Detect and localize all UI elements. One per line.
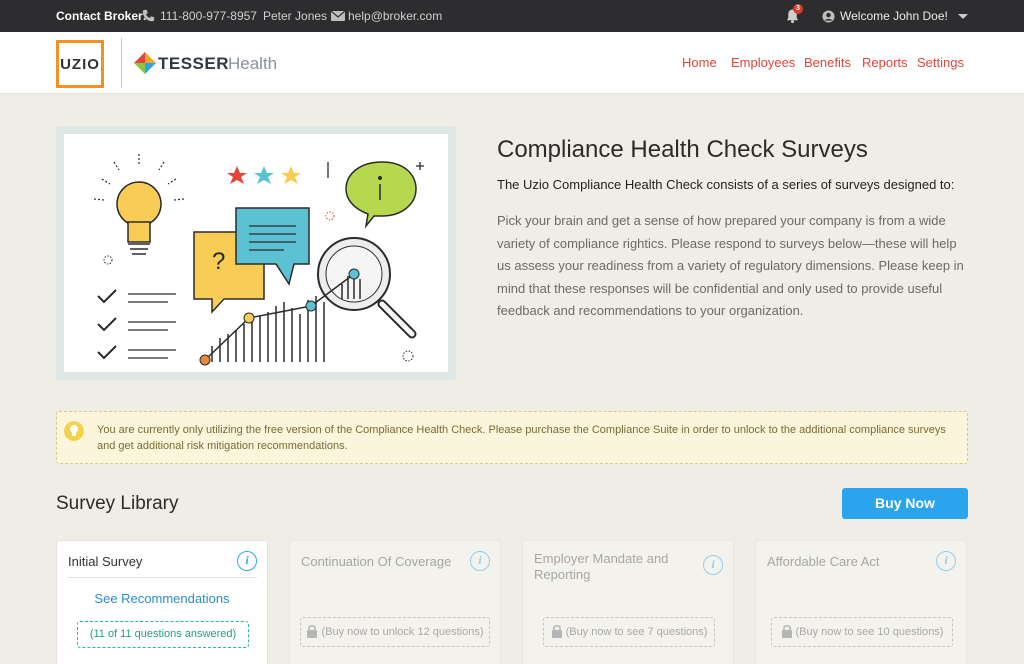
- survey-card-employer-mandate[interactable]: Employer Mandate and Reporting i (Buy no…: [522, 540, 734, 664]
- buy-now-button[interactable]: Buy Now: [842, 488, 968, 519]
- info-icon[interactable]: i: [470, 551, 490, 571]
- lock-icon: [781, 624, 792, 638]
- info-icon[interactable]: i: [237, 551, 257, 571]
- survey-card-affordable-care-act[interactable]: Affordable Care Act i (Buy now to see 10…: [755, 540, 967, 664]
- compliance-illustration: ?: [93, 154, 424, 366]
- nav-home[interactable]: Home: [682, 55, 717, 70]
- locked-survey-status[interactable]: (Buy now to see 10 questions): [771, 617, 953, 647]
- phone-icon: [142, 9, 155, 22]
- locked-survey-status[interactable]: (Buy now to unlock 12 questions): [300, 617, 490, 647]
- lightbulb-icon: [93, 154, 185, 255]
- survey-card-title: Affordable Care Act: [767, 554, 880, 569]
- tesser-logo-health: Health: [228, 54, 278, 73]
- card-divider: [67, 577, 257, 578]
- site-header: UZIO TESSER Health Home Employees Benefi…: [0, 32, 1024, 94]
- survey-card-title: Employer Mandate and Reporting: [534, 551, 669, 582]
- hero-lead-text: The Uzio Compliance Health Check consist…: [497, 177, 955, 192]
- broker-phone[interactable]: 111-800-977-8957: [160, 9, 257, 23]
- survey-card-title: Initial Survey: [68, 554, 143, 569]
- hero-illustration-card: ?: [56, 126, 456, 380]
- lightbulb-icon: [64, 421, 84, 441]
- locked-survey-text: (Buy now to unlock 12 questions): [321, 626, 484, 638]
- locked-survey-text: (Buy now to see 10 questions): [795, 626, 944, 638]
- notification-count-badge: 3: [793, 4, 803, 14]
- nav-settings[interactable]: Settings: [917, 55, 964, 70]
- locked-survey-text: (Buy now to see 7 questions): [565, 626, 708, 638]
- nav-benefits[interactable]: Benefits: [804, 55, 851, 70]
- notice-text: You are currently only utilizing the fre…: [97, 424, 946, 452]
- see-recommendations-link[interactable]: See Recommendations: [57, 591, 267, 606]
- uzio-logo-text: UZIO: [60, 56, 100, 73]
- survey-card-title: Continuation Of Coverage: [301, 554, 452, 569]
- tesser-logo-mark-icon: [134, 52, 156, 74]
- lock-icon: [551, 624, 562, 638]
- welcome-user-menu[interactable]: Welcome John Doe!: [840, 9, 948, 23]
- chevron-down-icon[interactable]: [958, 14, 968, 19]
- locked-survey-status[interactable]: (Buy now to see 7 questions): [543, 617, 715, 647]
- contact-broker-label: Contact Broker:: [56, 9, 147, 23]
- broker-name: Peter Jones: [263, 9, 328, 23]
- uzio-logo[interactable]: UZIO: [56, 40, 104, 88]
- lock-icon: [307, 624, 318, 638]
- top-bar: Contact Broker: 111-800-977-8957 Peter J…: [0, 0, 1024, 32]
- mail-icon: [331, 11, 345, 21]
- free-version-notice: You are currently only utilizing the fre…: [56, 411, 968, 464]
- tesser-logo-word: TESSER: [158, 54, 230, 73]
- broker-email[interactable]: help@broker.com: [348, 9, 442, 23]
- info-icon[interactable]: i: [703, 555, 723, 575]
- questions-answered-status: (11 of 11 questions answered): [77, 621, 249, 648]
- survey-library-title: Survey Library: [56, 493, 179, 514]
- survey-card-initial[interactable]: Initial Survey i See Recommendations (11…: [56, 540, 268, 664]
- logo-divider: [121, 38, 122, 88]
- page-title: Compliance Health Check Surveys: [497, 136, 868, 163]
- survey-card-continuation-of-coverage[interactable]: Continuation Of Coverage i (Buy now to u…: [289, 540, 501, 664]
- svg-text:?: ?: [212, 248, 225, 275]
- info-icon[interactable]: i: [936, 551, 956, 571]
- nav-reports[interactable]: Reports: [862, 55, 908, 70]
- nav-employees[interactable]: Employees: [731, 55, 795, 70]
- user-avatar-icon: [822, 10, 835, 23]
- hero-body-text: Pick your brain and get a sense of how p…: [497, 213, 964, 319]
